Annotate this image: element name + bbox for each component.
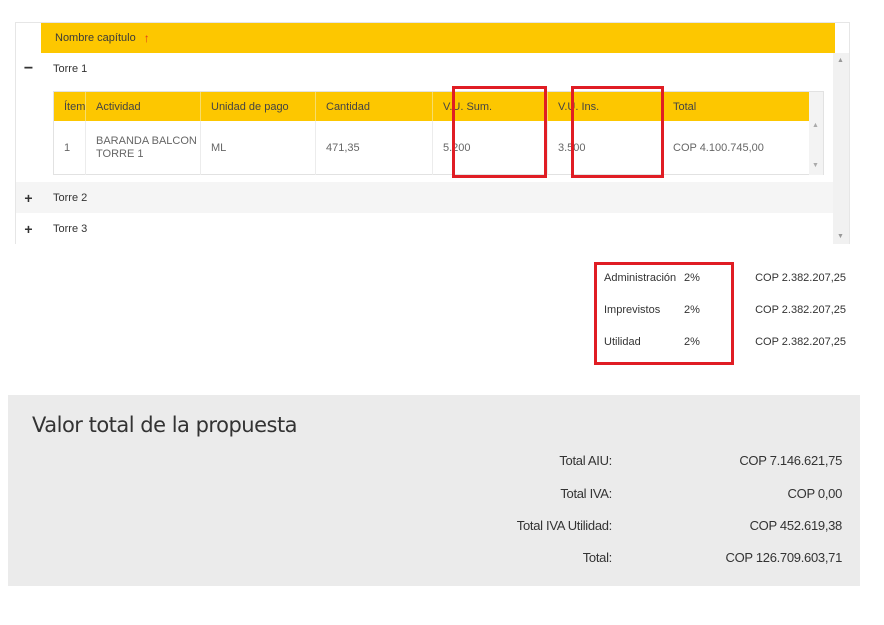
aiu-row-imprevistos: Imprevistos 2% COP 2.382.207,25 bbox=[0, 295, 884, 325]
totals-title: Valor total de la propuesta bbox=[32, 413, 298, 437]
highlight-box-vu-sum bbox=[452, 86, 547, 178]
group-row-torre-2[interactable]: + Torre 2 bbox=[16, 182, 835, 213]
cell-item: 1 bbox=[54, 121, 86, 175]
total-iva-utilidad-label: Total IVA Utilidad: bbox=[516, 518, 613, 533]
highlight-box-aiu bbox=[594, 262, 734, 365]
scroll-down-icon[interactable]: ▼ bbox=[837, 233, 844, 240]
total-iva-utilidad-value: COP 452.619,38 bbox=[749, 518, 843, 533]
column-header-unidad[interactable]: Unidad de pago bbox=[201, 92, 316, 121]
collapse-icon[interactable]: − bbox=[16, 60, 41, 78]
aiu-value: COP 2.382.207,25 bbox=[755, 272, 846, 284]
scroll-up-icon[interactable]: ▲ bbox=[837, 57, 844, 64]
cell-total: COP 4.100.745,00 bbox=[673, 141, 764, 154]
group-label: Torre 3 bbox=[53, 222, 88, 235]
table-row[interactable]: 1 BARANDA BALCON TORRE 1 ML 471,35 5.200… bbox=[54, 121, 810, 175]
grand-total-label: Total: bbox=[582, 550, 613, 565]
detail-scrollbar[interactable]: ▲ ▼ bbox=[809, 92, 823, 175]
grid-scrollbar[interactable]: ▲ ▼ bbox=[833, 53, 849, 244]
aiu-row-utilidad: Utilidad 2% COP 2.382.207,25 bbox=[0, 327, 884, 357]
cell-actividad: BARANDA BALCON TORRE 1 bbox=[86, 121, 201, 175]
totals-panel: Valor total de la propuesta Total AIU: C… bbox=[8, 395, 860, 586]
cell-cantidad: 471,35 bbox=[316, 121, 433, 175]
group-label: Torre 2 bbox=[53, 191, 88, 204]
group-label: Torre 1 bbox=[53, 62, 88, 75]
cell-unidad: ML bbox=[201, 121, 316, 175]
detail-header: Ítem Actividad Unidad de pago Cantidad V… bbox=[54, 92, 810, 121]
header-spacer bbox=[16, 23, 41, 53]
aiu-row-administracion: Administración 2% COP 2.382.207,25 bbox=[0, 263, 884, 293]
total-iva-value: COP 0,00 bbox=[787, 486, 843, 501]
total-iva-label: Total IVA: bbox=[560, 486, 612, 501]
column-header-actividad[interactable]: Actividad bbox=[86, 92, 201, 121]
sort-arrow-icon[interactable]: ↑ bbox=[144, 31, 150, 45]
expand-icon[interactable]: + bbox=[16, 221, 41, 237]
group-row-torre-1[interactable]: − Torre 1 bbox=[16, 53, 835, 84]
detail-grid: Ítem Actividad Unidad de pago Cantidad V… bbox=[53, 91, 824, 175]
scroll-down-icon[interactable]: ▼ bbox=[812, 162, 819, 169]
aiu-value: COP 2.382.207,25 bbox=[755, 336, 846, 348]
expand-icon[interactable]: + bbox=[16, 190, 41, 206]
aiu-value: COP 2.382.207,25 bbox=[755, 304, 846, 316]
chapter-grid: Nombre capítulo ↑ − Torre 1 Ítem Activid… bbox=[15, 22, 850, 244]
column-header-nombre-capitulo[interactable]: Nombre capítulo bbox=[55, 32, 136, 44]
column-header-total[interactable]: Total bbox=[663, 92, 810, 121]
group-row-torre-3[interactable]: + Torre 3 bbox=[16, 213, 835, 244]
grid-header[interactable]: Nombre capítulo ↑ bbox=[41, 23, 835, 53]
scroll-up-icon[interactable]: ▲ bbox=[812, 122, 819, 129]
column-header-cantidad[interactable]: Cantidad bbox=[316, 92, 433, 121]
highlight-box-vu-ins bbox=[571, 86, 664, 178]
total-aiu-label: Total AIU: bbox=[559, 453, 612, 468]
total-aiu-value: COP 7.146.621,75 bbox=[739, 453, 842, 468]
column-header-item[interactable]: Ítem bbox=[54, 92, 86, 121]
grand-total-value: COP 126.709.603,71 bbox=[725, 550, 842, 565]
